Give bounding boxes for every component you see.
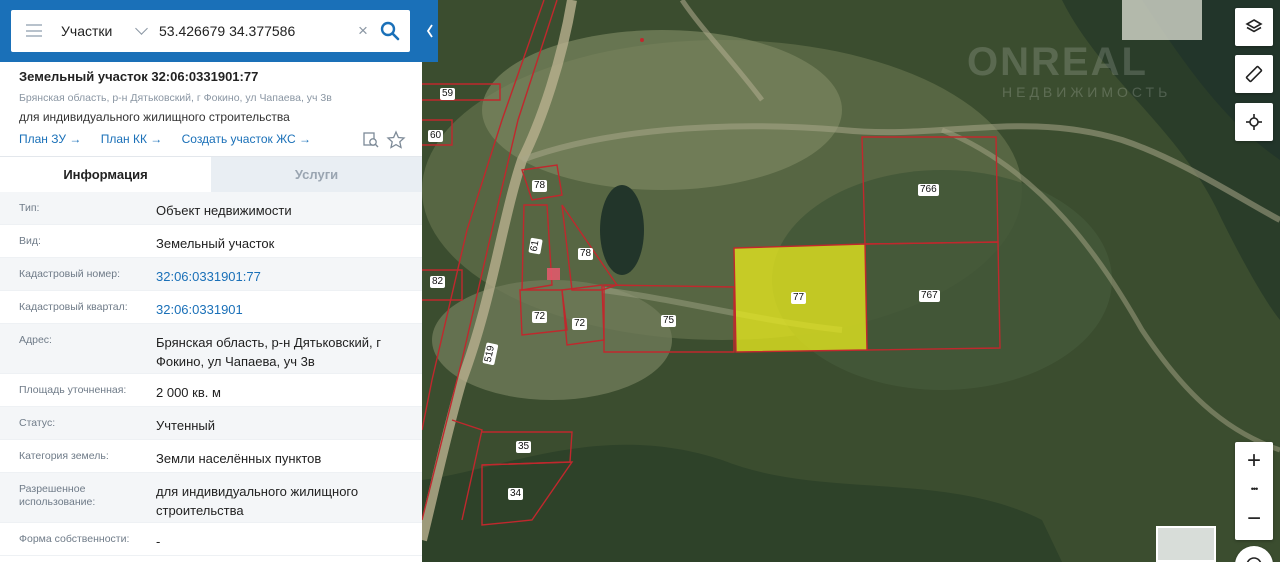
layers-icon bbox=[1245, 19, 1263, 33]
collapse-panel-button[interactable] bbox=[422, 0, 438, 62]
table-row: Разрешенное использование: для индивидуа… bbox=[0, 473, 422, 523]
search-icon[interactable] bbox=[379, 20, 401, 42]
create-parcel-link[interactable]: Создать участок ЖС → bbox=[182, 132, 311, 146]
zoom-in-button[interactable]: + bbox=[1235, 446, 1273, 476]
object-actions bbox=[363, 130, 406, 149]
row-value: Земельный участок bbox=[156, 236, 275, 251]
parcel-label[interactable]: 767 bbox=[919, 290, 940, 302]
row-label: Категория земель: bbox=[19, 450, 109, 462]
row-value: Земли населённых пунктов bbox=[156, 451, 322, 466]
tab-services[interactable]: Услуги bbox=[211, 157, 422, 193]
parcel-label[interactable]: 78 bbox=[578, 248, 594, 260]
info-panel: Участки 53.426679 34.377586 × Земельный … bbox=[0, 0, 422, 562]
row-value: Объект недвижимости bbox=[156, 203, 292, 218]
info-table: Тип: Объект недвижимости Вид: Земельный … bbox=[0, 192, 422, 556]
object-use: для индивидуального жилищного строительс… bbox=[19, 110, 290, 124]
ruler-icon bbox=[1245, 65, 1263, 83]
zoom-out-button[interactable]: − bbox=[1235, 504, 1273, 534]
clear-icon[interactable]: × bbox=[358, 10, 368, 52]
selected-parcel-label[interactable]: 77 bbox=[791, 292, 807, 304]
object-title: Земельный участок 32:06:0331901:77 bbox=[19, 69, 259, 84]
row-value: 2 000 кв. м bbox=[156, 385, 221, 400]
table-row: Площадь уточненная: 2 000 кв. м bbox=[0, 374, 422, 407]
minimap-thumbnail[interactable] bbox=[1156, 526, 1216, 562]
row-label: Адрес: bbox=[19, 334, 52, 346]
object-links: План ЗУ → План КК → Создать участок ЖС → bbox=[19, 132, 327, 146]
parcel-label[interactable]: 82 bbox=[430, 276, 446, 288]
search-box: Участки 53.426679 34.377586 × bbox=[11, 10, 410, 52]
row-label: Вид: bbox=[19, 235, 41, 247]
table-row: Статус: Учтенный bbox=[0, 407, 422, 440]
row-label: Тип: bbox=[19, 202, 40, 214]
row-label: Кадастровый квартал: bbox=[19, 301, 128, 313]
plan-zu-link[interactable]: План ЗУ → bbox=[19, 132, 81, 146]
object-address: Брянская область, р-н Дятьковский, г Фок… bbox=[19, 92, 332, 104]
row-value: Брянская область, р-н Дятьковский, г Фок… bbox=[156, 335, 381, 369]
row-label: Площадь уточненная: bbox=[19, 384, 127, 396]
cadastral-number-link[interactable]: 32:06:0331901:77 bbox=[156, 267, 406, 286]
table-row: Адрес: Брянская область, р-н Дятьковский… bbox=[0, 324, 422, 374]
locate-button[interactable] bbox=[1235, 103, 1273, 141]
watermark-subtitle: НЕДВИЖИМОСТЬ bbox=[1002, 84, 1172, 100]
row-label: Форма собственности: bbox=[19, 533, 130, 545]
row-value: Учтенный bbox=[156, 418, 216, 433]
zoom-more-button[interactable]: ••• bbox=[1235, 482, 1273, 496]
parcel-label[interactable]: 766 bbox=[918, 184, 939, 196]
layer-select[interactable]: Участки bbox=[61, 10, 112, 52]
row-label: Кадастровый номер: bbox=[19, 268, 121, 280]
table-row: Вид: Земельный участок bbox=[0, 225, 422, 258]
row-label: Разрешенное использование: bbox=[19, 483, 96, 508]
watermark: ONREAL bbox=[967, 40, 1148, 84]
parcel-label[interactable]: 35 bbox=[516, 441, 532, 453]
chevron-down-icon[interactable] bbox=[135, 22, 148, 35]
parcel-label[interactable]: 60 bbox=[428, 130, 444, 142]
plan-kk-link[interactable]: План КК → bbox=[101, 132, 163, 146]
parcel-label[interactable]: 59 bbox=[440, 88, 456, 100]
parcel-label[interactable]: 72 bbox=[532, 311, 548, 323]
row-value: - bbox=[156, 534, 161, 549]
tabs: Информация Услуги bbox=[0, 156, 422, 193]
table-row: Форма собственности: - bbox=[0, 523, 422, 556]
search-bar: Участки 53.426679 34.377586 × bbox=[0, 0, 422, 62]
layers-button[interactable] bbox=[1235, 8, 1273, 46]
satellite-map[interactable]: ONREAL НЕДВИЖИМОСТЬ 59 60 78 61 78 82 72… bbox=[422, 0, 1280, 562]
zoom-control: + ••• − bbox=[1235, 442, 1273, 540]
compass-icon bbox=[1246, 557, 1262, 562]
menu-icon[interactable] bbox=[26, 24, 42, 37]
chevron-left-icon bbox=[426, 24, 433, 38]
row-label: Статус: bbox=[19, 417, 56, 429]
row-value: для индивидуального жилищного строительс… bbox=[156, 484, 359, 518]
table-row: Кадастровый квартал: 32:06:0331901 bbox=[0, 291, 422, 324]
parcel-label[interactable]: 72 bbox=[572, 318, 588, 330]
parcel-label[interactable]: 78 bbox=[532, 180, 548, 192]
tab-info[interactable]: Информация bbox=[0, 157, 211, 193]
ruler-button[interactable] bbox=[1235, 55, 1273, 93]
parcel-label[interactable]: 34 bbox=[508, 488, 524, 500]
search-document-icon[interactable] bbox=[363, 132, 379, 148]
crosshair-icon bbox=[1246, 114, 1262, 130]
star-icon[interactable] bbox=[386, 130, 406, 149]
cadastral-quarter-link[interactable]: 32:06:0331901 bbox=[156, 300, 406, 319]
parcel-label[interactable]: 75 bbox=[661, 315, 677, 327]
table-row: Кадастровый номер: 32:06:0331901:77 bbox=[0, 258, 422, 291]
table-row: Тип: Объект недвижимости bbox=[0, 192, 422, 225]
table-row: Категория земель: Земли населённых пункт… bbox=[0, 440, 422, 473]
search-input[interactable]: 53.426679 34.377586 bbox=[159, 10, 295, 52]
